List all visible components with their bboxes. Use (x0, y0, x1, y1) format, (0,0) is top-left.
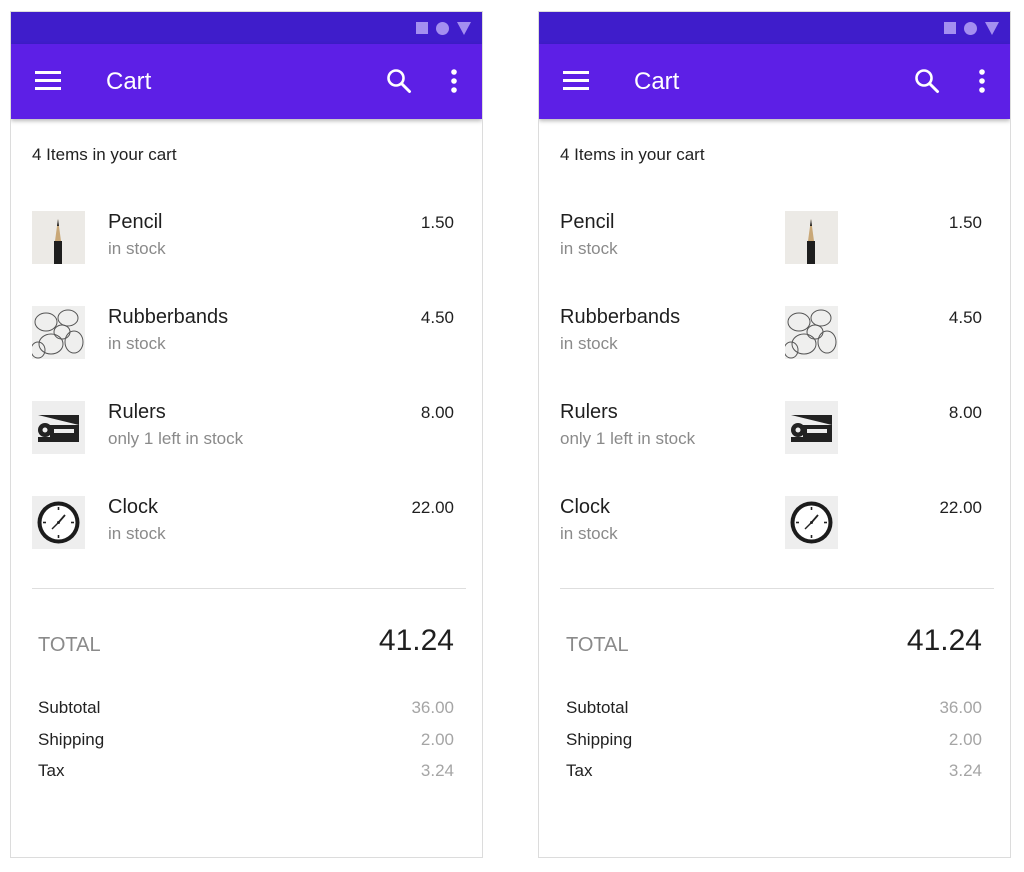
tax-label: Tax (38, 761, 65, 780)
cart-count: 4 Items in your cart (32, 145, 177, 164)
tax-value: 3.24 (420, 761, 454, 780)
total-value: 41.24 (378, 624, 454, 657)
clock-image (32, 496, 85, 549)
app-title: Cart (106, 68, 152, 95)
clock-image (785, 496, 838, 549)
more-vert-icon[interactable] (977, 68, 987, 96)
item-status: in stock (108, 239, 166, 258)
cart-item-pencil[interactable]: Pencil in stock 1.50 (11, 211, 482, 291)
item-status: only 1 left in stock (108, 429, 244, 448)
status-icons (944, 21, 999, 35)
item-name: Pencil (560, 211, 615, 233)
menu-icon[interactable] (35, 71, 61, 91)
item-name: Pencil (108, 211, 163, 233)
tax-label: Tax (566, 761, 593, 780)
item-price: 22.00 (411, 498, 454, 517)
status-icons (416, 21, 471, 35)
total-value: 41.24 (906, 624, 982, 657)
item-name: Clock (108, 496, 159, 518)
item-status: in stock (108, 334, 166, 353)
triangle-icon (457, 21, 471, 35)
item-name: Rulers (108, 401, 166, 423)
status-bar (539, 12, 1010, 44)
search-icon[interactable] (914, 68, 940, 94)
cart-item-clock[interactable]: Clock in stock 22.00 (539, 496, 1010, 576)
pencil-image (785, 211, 838, 264)
cart-item-rubberbands[interactable]: Rubberbands in stock 4.50 (11, 306, 482, 386)
cart-item-rulers[interactable]: Rulers only 1 left in stock 8.00 (539, 401, 1010, 481)
menu-icon[interactable] (563, 71, 589, 91)
cart-screen-thumbnail-right: Cart 4 Items in your cart Pencil in stoc… (538, 11, 1011, 858)
search-icon[interactable] (386, 68, 412, 94)
item-name: Rubberbands (560, 306, 681, 328)
divider (560, 588, 994, 589)
app-bar: Cart (11, 44, 482, 119)
item-status: only 1 left in stock (560, 429, 696, 448)
item-price: 1.50 (420, 213, 454, 232)
item-status: in stock (108, 524, 166, 543)
subtotal-label: Subtotal (566, 698, 629, 717)
subtotal-value: 36.00 (411, 698, 454, 717)
pencil-image (32, 211, 85, 264)
app-bar: Cart (539, 44, 1010, 119)
item-status: in stock (560, 334, 618, 353)
shipping-value: 2.00 (948, 730, 982, 749)
more-vert-icon[interactable] (449, 68, 459, 96)
status-bar (11, 12, 482, 44)
divider (32, 588, 466, 589)
square-icon (944, 22, 956, 34)
item-price: 4.50 (948, 308, 982, 327)
item-price: 8.00 (948, 403, 982, 422)
cart-item-rulers[interactable]: Rulers only 1 left in stock 8.00 (11, 401, 482, 481)
total-label: TOTAL (566, 634, 629, 656)
item-name: Rulers (560, 401, 618, 423)
item-name: Rubberbands (108, 306, 229, 328)
triangle-icon (985, 21, 999, 35)
item-status: in stock (560, 524, 618, 543)
shipping-label: Shipping (38, 730, 105, 749)
subtotal-value: 36.00 (939, 698, 982, 717)
shipping-label: Shipping (566, 730, 633, 749)
subtotal-label: Subtotal (38, 698, 101, 717)
rubberbands-image (32, 306, 85, 359)
rulers-image (785, 401, 838, 454)
item-price: 22.00 (939, 498, 982, 517)
circle-icon (964, 21, 977, 35)
rubberbands-image (785, 306, 838, 359)
item-status: in stock (560, 239, 618, 258)
circle-icon (436, 21, 449, 35)
cart-item-pencil[interactable]: Pencil in stock 1.50 (539, 211, 1010, 291)
shipping-value: 2.00 (420, 730, 454, 749)
item-name: Clock (560, 496, 611, 518)
app-title: Cart (634, 68, 680, 95)
tax-value: 3.24 (948, 761, 982, 780)
cart-item-rubberbands[interactable]: Rubberbands in stock 4.50 (539, 306, 1010, 386)
rulers-image (32, 401, 85, 454)
item-price: 1.50 (948, 213, 982, 232)
item-price: 8.00 (420, 403, 454, 422)
total-label: TOTAL (38, 634, 101, 656)
cart-screen-thumbnail-left: Cart 4 Items in your cart Pencil in stoc… (10, 11, 483, 858)
cart-item-clock[interactable]: Clock in stock 22.00 (11, 496, 482, 576)
cart-count: 4 Items in your cart (560, 145, 705, 164)
square-icon (416, 22, 428, 34)
item-price: 4.50 (420, 308, 454, 327)
